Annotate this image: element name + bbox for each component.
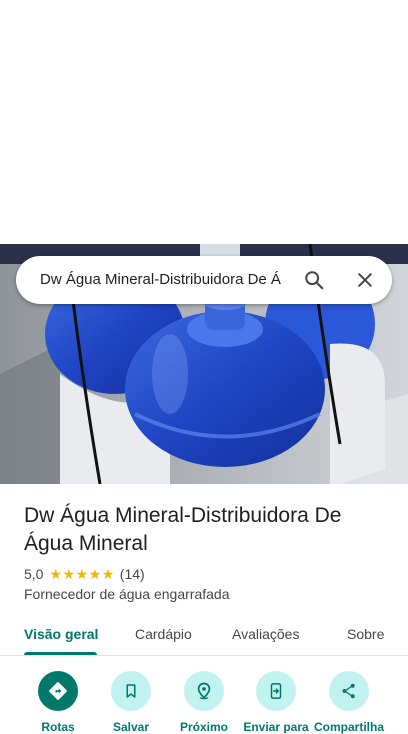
nearby-label: Próximo (179, 720, 228, 734)
tab-bar: Visão geral Cardápio Avaliações Sobre (0, 614, 408, 656)
directions-icon-circle (38, 671, 78, 711)
place-category: Fornecedor de água engarrafada (24, 586, 230, 602)
send-to-phone-button[interactable]: Enviar para (240, 671, 312, 734)
save-icon-circle (111, 671, 151, 711)
share-label: Compartilha (313, 720, 384, 734)
bookmark-icon (126, 684, 136, 698)
place-name: Dw Água Mineral-Distribuidora De Água Mi… (24, 504, 342, 555)
rating-score: 5,0 (24, 566, 44, 582)
share-icon-circle (329, 671, 369, 711)
star-icon: ★ (101, 566, 115, 582)
close-button[interactable] (349, 264, 381, 296)
close-icon (358, 273, 372, 287)
directions-icon (49, 682, 67, 700)
map-blank-area (0, 0, 408, 244)
save-label: Salvar (112, 720, 150, 734)
send-icon-circle (256, 671, 296, 711)
send-to-phone-label: Enviar para (243, 720, 309, 734)
search-button[interactable] (298, 264, 330, 296)
nearby-icon (197, 682, 211, 700)
star-icon: ★ (88, 566, 102, 582)
action-buttons: Rotas Salvar Próximo Enviar para Compart… (0, 656, 408, 734)
directions-button[interactable]: Rotas (22, 671, 94, 734)
review-count: (14) (119, 566, 145, 582)
share-icon (342, 683, 355, 699)
tab-overview[interactable]: Visão geral (24, 625, 98, 643)
star-icon: ★ (62, 566, 76, 582)
save-button[interactable]: Salvar (95, 671, 167, 734)
star-icon: ★ (49, 566, 63, 582)
share-button[interactable]: Compartilha (313, 671, 385, 734)
active-tab-indicator (24, 652, 97, 655)
nearby-button[interactable]: Próximo (168, 671, 240, 734)
star-rating: ★ ★ ★ ★ ★ (49, 567, 114, 581)
rating-row[interactable]: 5,0 ★ ★ ★ ★ ★ (14) (24, 565, 145, 583)
send-to-phone-icon (270, 683, 282, 699)
search-icon (305, 271, 324, 290)
tab-reviews[interactable]: Avaliações (232, 625, 299, 643)
nearby-icon-circle (184, 671, 224, 711)
tab-about[interactable]: Sobre (347, 625, 384, 643)
star-icon: ★ (75, 566, 89, 582)
directions-label: Rotas (41, 720, 75, 734)
search-query[interactable]: Dw Água Mineral-Distribuidora De Á (40, 270, 304, 290)
search-bar[interactable]: Dw Água Mineral-Distribuidora De Á (16, 256, 392, 304)
tab-menu[interactable]: Cardápio (135, 625, 192, 643)
